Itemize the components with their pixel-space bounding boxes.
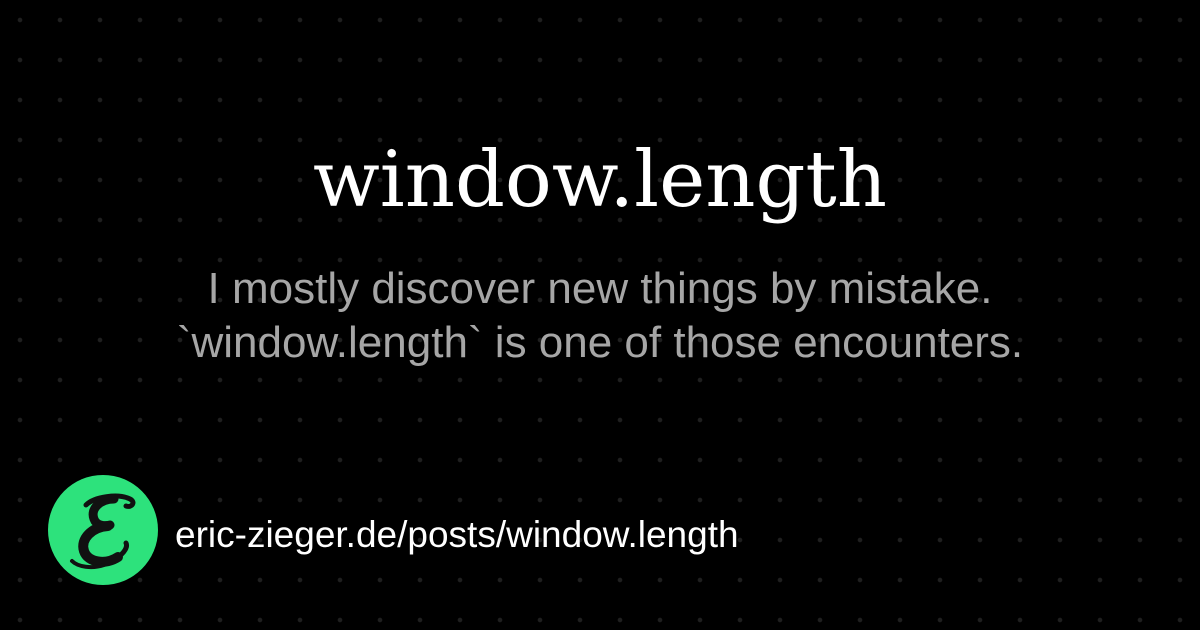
post-title: window.length <box>313 135 887 225</box>
site-logo <box>48 475 158 585</box>
description-line-2: `window.length` is one of those encounte… <box>176 318 1024 367</box>
post-description: I mostly discover new things by mistake.… <box>0 262 1200 370</box>
description-line-1: I mostly discover new things by mistake. <box>207 264 993 313</box>
logo-letter-e-icon <box>70 493 136 570</box>
social-card: window.length I mostly discover new thin… <box>0 0 1200 630</box>
post-url[interactable]: eric-zieger.de/posts/window.length <box>175 512 739 558</box>
